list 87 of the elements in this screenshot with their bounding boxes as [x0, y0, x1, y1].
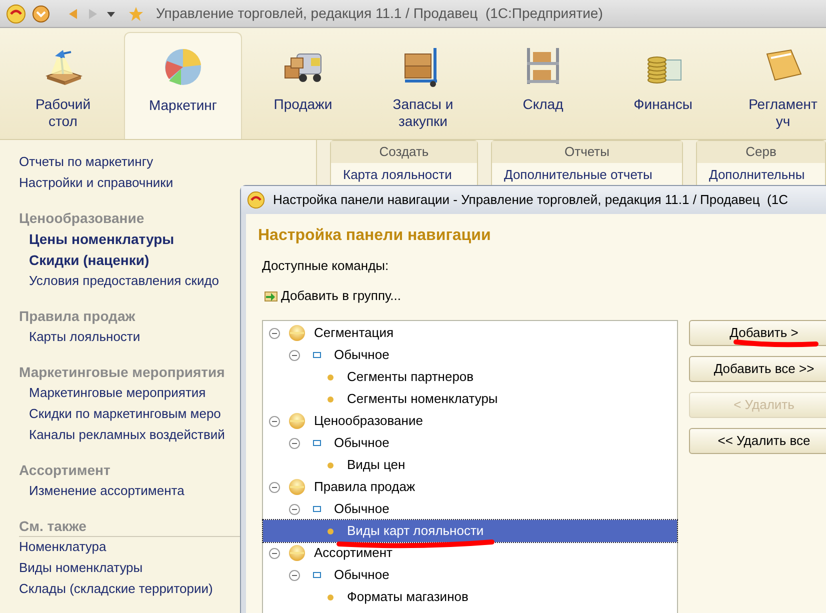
sphere-icon	[288, 324, 306, 342]
tree-label: Обычное	[334, 346, 390, 364]
tree-row[interactable]: Обычное	[263, 564, 677, 586]
tree-label: Ценообразование	[314, 412, 423, 430]
collapse-icon[interactable]	[269, 416, 280, 426]
tree-row[interactable]: Виды карт лояльности	[263, 520, 677, 542]
field-label: Доступные команды:	[262, 257, 390, 275]
section-label: Финансы	[634, 96, 692, 113]
tree-label: Виды цен	[347, 456, 406, 474]
dot-icon	[326, 396, 334, 402]
dialog-button[interactable]: << Удалить все	[689, 428, 826, 454]
tree-label: Виды карт лояльности	[347, 522, 484, 540]
tree-row[interactable]: Форматы магазинов	[263, 586, 677, 608]
dialog-button[interactable]: Добавить все >>	[689, 356, 826, 382]
section-label: Маркетинг	[148, 97, 218, 114]
panel-title: Серв	[697, 141, 825, 163]
section-label: Склад	[522, 96, 564, 113]
tree-row[interactable]: Сегменты номенклатуры	[263, 388, 677, 410]
sidebar-link[interactable]: Настройки и справочники	[19, 173, 316, 194]
panel-link[interactable]: Дополнительны	[697, 163, 825, 184]
star-icon[interactable]	[128, 6, 144, 22]
section-label: стол	[48, 113, 78, 130]
section-label: Рабочий	[35, 96, 91, 113]
tree-row[interactable]: Обычное	[263, 432, 677, 454]
collapse-icon[interactable]	[269, 548, 280, 558]
tree-row[interactable]: Правила продаж	[263, 476, 677, 498]
tree-row[interactable]: Ценообразование	[263, 410, 677, 432]
tree-row[interactable]: Обычное	[263, 344, 677, 366]
menu-icon[interactable]	[32, 4, 50, 22]
dot-icon	[326, 594, 334, 600]
dot-icon	[326, 374, 334, 380]
sidebar-heading: Ценообразование	[19, 209, 146, 228]
section-tab[interactable]: Склад	[484, 32, 602, 139]
dot-icon	[326, 528, 334, 534]
tree-label: Форматы магазинов	[347, 588, 468, 606]
panel-link[interactable]: Карта лояльности	[331, 163, 477, 184]
tree-label: Сегментация	[314, 324, 394, 342]
section-tab[interactable]: Запасы и закупки	[364, 32, 482, 139]
sidebar-heading: Ассортимент	[19, 461, 112, 480]
collapse-icon[interactable]	[289, 438, 300, 448]
section-label: закупки	[398, 113, 448, 130]
window-title: Управление торговлей, редакция 11.1 / Продавец (1С:Предприятие)	[156, 4, 603, 23]
collapse-icon[interactable]	[289, 570, 300, 580]
tree-label: Обычное	[334, 566, 390, 584]
dialog-title: Настройка панели навигации - Управление торговлей, редакция 11.1 / Продавец (1С	[273, 191, 788, 210]
tree-label: Обычное	[334, 434, 390, 452]
add-to-group-button[interactable]: Добавить в группу...	[264, 286, 402, 305]
collapse-icon[interactable]	[269, 328, 280, 338]
tree-row[interactable]: Ассортимент	[263, 542, 677, 564]
section-label: Регламент	[748, 96, 818, 113]
tree-label: Обычное	[334, 500, 390, 518]
dot-icon	[326, 462, 334, 468]
rectangle-icon	[313, 440, 321, 446]
tree-label: Сегменты номенклатуры	[347, 390, 498, 408]
sidebar-heading: Правила продаж	[19, 307, 136, 326]
dialog-heading: Настройка панели навигации	[258, 226, 492, 246]
logo-icon	[247, 191, 265, 209]
collapse-icon[interactable]	[289, 504, 300, 514]
section-label: Запасы и	[392, 96, 454, 113]
sidebar-heading: Маркетинговые мероприятия	[19, 363, 226, 382]
tree-label: Ассортимент	[314, 544, 393, 562]
section-tab[interactable]: Финансы	[604, 32, 722, 139]
collapse-icon[interactable]	[289, 350, 300, 360]
sphere-icon	[288, 478, 306, 496]
dialog-button[interactable]: Добавить >	[689, 320, 826, 346]
logo-icon[interactable]	[6, 4, 26, 24]
panel-title: Отчеты	[492, 141, 682, 163]
tree-label: Правила продаж	[314, 478, 416, 496]
panel-link[interactable]: Дополнительные отчеты	[492, 163, 682, 184]
tree-label: Сегменты партнеров	[347, 368, 474, 386]
collapse-icon[interactable]	[269, 482, 280, 492]
section-tab[interactable]: Рабочий стол	[4, 32, 122, 139]
section-tab[interactable]: Маркетинг	[124, 32, 242, 139]
sphere-icon	[288, 412, 306, 430]
section-label: Продажи	[274, 96, 332, 113]
section-tab[interactable]: Регламент уч	[724, 32, 826, 139]
sphere-icon	[288, 544, 306, 562]
tree-row[interactable]: Сегменты партнеров	[263, 366, 677, 388]
sidebar-link[interactable]: Отчеты по маркетингу	[19, 152, 316, 173]
panel-title: Создать	[331, 141, 477, 163]
rectangle-icon	[313, 352, 321, 358]
tree-row[interactable]: Сегментация	[263, 322, 677, 344]
rectangle-icon	[313, 572, 321, 578]
rectangle-icon	[313, 506, 321, 512]
section-label: уч	[776, 113, 790, 130]
section-tab[interactable]: Продажи	[244, 32, 362, 139]
tree-row[interactable]: Виды цен	[263, 454, 677, 476]
